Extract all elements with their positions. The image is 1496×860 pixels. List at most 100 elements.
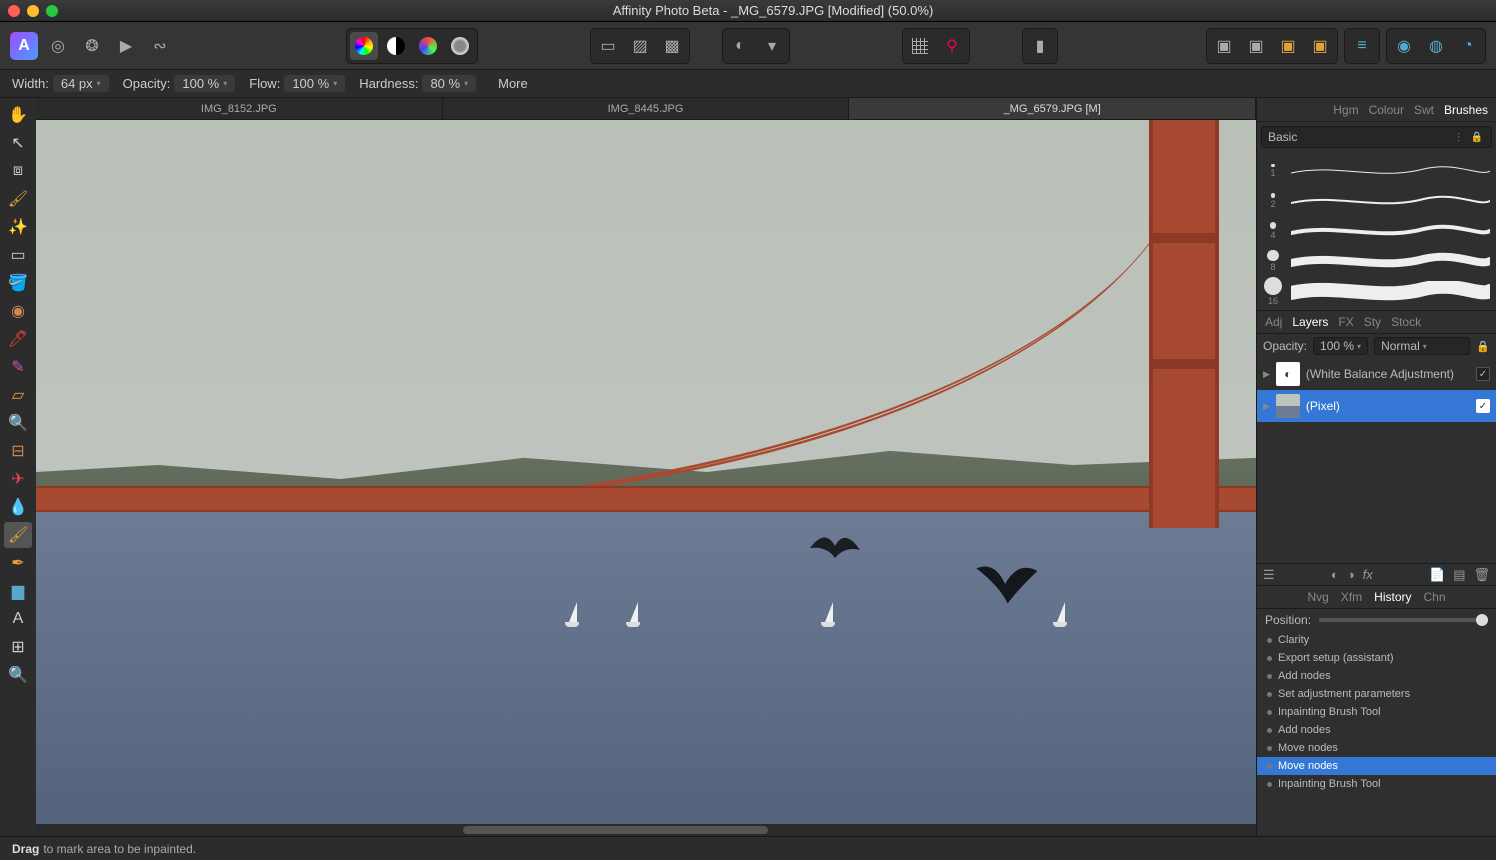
marquee-tool-icon[interactable]: ▭ <box>4 242 32 268</box>
document-tab-1[interactable]: IMG_8445.JPG <box>443 98 850 119</box>
boolean-sub-icon[interactable]: ◍ <box>1422 32 1450 60</box>
fx-layer-icon[interactable]: fx <box>1363 567 1373 582</box>
tab-brushes[interactable]: Brushes <box>1444 103 1488 117</box>
brush-row[interactable]: 4 <box>1263 216 1490 246</box>
tab-colour[interactable]: Colour <box>1369 103 1404 117</box>
copy-layer-icon[interactable]: 📄 <box>1429 567 1445 583</box>
scrollbar-thumb[interactable] <box>463 826 768 834</box>
quickmask-icon[interactable]: ▩ <box>658 32 686 60</box>
softproof-icon[interactable] <box>446 32 474 60</box>
tab-history[interactable]: History <box>1374 590 1411 604</box>
tab-sty[interactable]: Sty <box>1364 315 1381 329</box>
disclosure-icon[interactable]: ▶ <box>1263 369 1270 380</box>
diagonal-icon[interactable]: ▨ <box>626 32 654 60</box>
visibility-checkbox[interactable]: ✓ <box>1476 399 1490 413</box>
history-item[interactable]: Inpainting Brush Tool <box>1257 703 1496 721</box>
lock-icon[interactable]: 🔒 <box>1476 340 1490 353</box>
flow-field[interactable]: Flow: 100 % <box>249 75 345 92</box>
tab-layers[interactable]: Layers <box>1292 315 1328 329</box>
brush-row[interactable]: 1 <box>1263 156 1490 186</box>
marquee-icon[interactable]: ▭ <box>594 32 622 60</box>
mask-dropdown-icon[interactable]: ▾ <box>758 32 786 60</box>
tab-fx[interactable]: FX <box>1338 315 1353 329</box>
layer-opacity-value[interactable]: 100 % <box>1313 337 1368 355</box>
history-item[interactable]: Add nodes <box>1257 721 1496 739</box>
bw-icon[interactable] <box>382 32 410 60</box>
brush-tool-icon[interactable]: 🖌 <box>4 186 32 212</box>
boolean-add-icon[interactable]: ◉ <box>1390 32 1418 60</box>
blur-tool-icon[interactable]: 💧 <box>4 494 32 520</box>
persona-develop-icon[interactable]: ◎ <box>44 32 72 60</box>
history-item[interactable]: Inpainting Brush Tool <box>1257 775 1496 793</box>
wand-tool-icon[interactable]: ✨ <box>4 214 32 240</box>
merge-layer-icon[interactable]: ▤ <box>1453 567 1465 583</box>
shape-tool-icon[interactable]: ▆ <box>4 578 32 604</box>
document-tab-0[interactable]: IMG_8152.JPG <box>36 98 443 119</box>
persona-tonemap-icon[interactable]: ▶ <box>112 32 140 60</box>
arrange-forward-icon[interactable]: ▣ <box>1274 32 1302 60</box>
crop-tool-icon[interactable]: ⧈ <box>4 158 32 184</box>
move-tool-icon[interactable]: ↖ <box>4 130 32 156</box>
persona-export-icon[interactable]: ∾ <box>146 32 174 60</box>
hardness-field[interactable]: Hardness: 80 % <box>359 75 476 92</box>
history-item[interactable]: Move nodes <box>1257 739 1496 757</box>
tab-chn[interactable]: Chn <box>1424 590 1446 604</box>
text-tool-icon[interactable]: A <box>4 606 32 632</box>
align-icon[interactable]: ≡ <box>1348 32 1376 60</box>
arrange-front-icon[interactable]: ▣ <box>1306 32 1334 60</box>
boolean-int-icon[interactable]: ◔ <box>1454 32 1482 60</box>
brush-row[interactable]: 8 <box>1263 246 1490 276</box>
grid-snap-icon[interactable] <box>906 32 934 60</box>
persona-liquify-icon[interactable]: ❂ <box>78 32 106 60</box>
tab-stock[interactable]: Stock <box>1391 315 1421 329</box>
width-value[interactable]: 64 px <box>53 75 109 92</box>
color-wheel-icon[interactable] <box>350 32 378 60</box>
heal-tool-icon[interactable]: ✈ <box>4 466 32 492</box>
delete-layer-icon[interactable]: 🗑 <box>1473 567 1490 583</box>
brush-row[interactable]: 2 <box>1263 186 1490 216</box>
gradient-tool-icon[interactable]: ◉ <box>4 298 32 324</box>
assistant-icon[interactable]: ▮ <box>1026 32 1054 60</box>
visibility-checkbox[interactable]: ✓ <box>1476 367 1490 381</box>
maximize-window-button[interactable] <box>46 5 58 17</box>
horizontal-scrollbar[interactable] <box>36 824 1256 836</box>
history-item[interactable]: Export setup (assistant) <box>1257 649 1496 667</box>
hand-tool-icon[interactable]: ✋ <box>4 102 32 128</box>
brush-row[interactable]: 16 <box>1263 276 1490 306</box>
tab-hgm[interactable]: Hgm <box>1333 103 1358 117</box>
layer-row[interactable]: ▶ (Pixel) ✓ <box>1257 390 1496 422</box>
inpaint-tool-icon[interactable]: 🖌 <box>4 522 32 548</box>
tab-nvg[interactable]: Nvg <box>1307 590 1328 604</box>
zoom-tool-icon[interactable]: 🔍 <box>4 410 32 436</box>
close-window-button[interactable] <box>8 5 20 17</box>
smudge-tool-icon[interactable]: ✎ <box>4 354 32 380</box>
magnet-icon[interactable]: ⚲ <box>938 32 966 60</box>
more-button[interactable]: More <box>498 76 528 91</box>
mask-icon[interactable]: ◐ <box>726 32 754 60</box>
history-item[interactable]: Clarity <box>1257 631 1496 649</box>
slider-knob[interactable] <box>1476 614 1488 626</box>
rgb-icon[interactable] <box>414 32 442 60</box>
width-field[interactable]: Width: 64 px <box>12 75 109 92</box>
hardness-value[interactable]: 80 % <box>422 75 476 92</box>
layer-row[interactable]: ▶ ◐ (White Balance Adjustment) ✓ <box>1257 358 1496 390</box>
opacity-field[interactable]: Opacity: 100 % <box>123 75 236 92</box>
opacity-value[interactable]: 100 % <box>174 75 235 92</box>
history-item[interactable]: Move nodes <box>1257 757 1496 775</box>
document-tab-2[interactable]: _MG_6579.JPG [M] <box>849 98 1256 119</box>
view-tool-icon[interactable]: 🔍 <box>4 662 32 688</box>
pen-tool-icon[interactable]: ✒ <box>4 550 32 576</box>
layer-blend-mode[interactable]: Normal <box>1374 337 1470 355</box>
history-item[interactable]: Set adjustment parameters <box>1257 685 1496 703</box>
tab-xfm[interactable]: Xfm <box>1341 590 1362 604</box>
history-item[interactable]: Add nodes <box>1257 667 1496 685</box>
disclosure-icon[interactable]: ▶ <box>1263 401 1270 412</box>
clone-tool-icon[interactable]: ⊟ <box>4 438 32 464</box>
history-slider[interactable] <box>1319 618 1488 622</box>
eraser-tool-icon[interactable]: ▱ <box>4 382 32 408</box>
flow-value[interactable]: 100 % <box>284 75 345 92</box>
app-logo-icon[interactable]: A <box>10 32 38 60</box>
mask-layer-icon[interactable]: ◐ <box>1331 567 1339 582</box>
canvas[interactable] <box>36 120 1256 824</box>
fill-tool-icon[interactable]: 🪣 <box>4 270 32 296</box>
